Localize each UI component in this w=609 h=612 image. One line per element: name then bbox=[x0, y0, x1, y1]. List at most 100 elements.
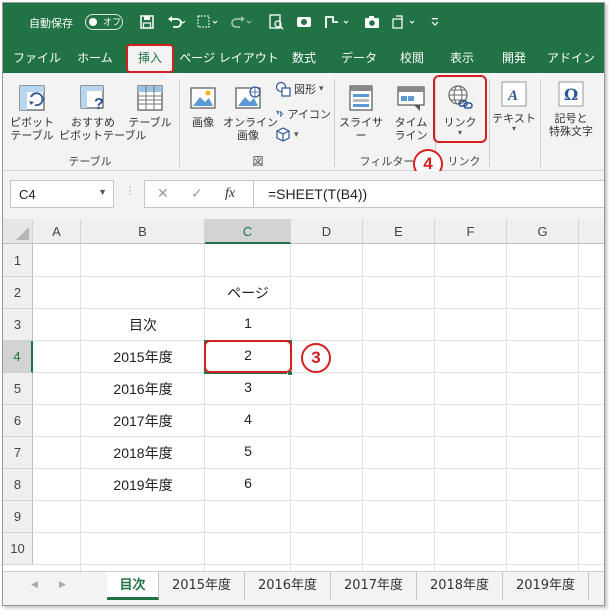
print-preview-icon[interactable] bbox=[265, 11, 287, 33]
shapes-label: 図形 bbox=[294, 83, 316, 96]
tab-page-layout[interactable]: ページ レイアウト bbox=[179, 43, 279, 73]
autosave-label: 自動保存 bbox=[29, 17, 73, 30]
tab-addins[interactable]: アドイン bbox=[541, 43, 601, 73]
form-controls-icon[interactable] bbox=[389, 11, 423, 33]
cell-c3[interactable]: 1 bbox=[205, 315, 291, 331]
tab-review[interactable]: 校閲 bbox=[387, 43, 437, 73]
formula-buttons: ✕ ✓ fx bbox=[144, 180, 254, 208]
recommended-pivot-label: おすすめ ピボットテーブル bbox=[59, 116, 147, 142]
pivot-table-button[interactable]: ピボット テーブル bbox=[7, 83, 57, 142]
row-header-9[interactable]: 9 bbox=[3, 501, 33, 533]
symbols-button[interactable]: Ω 記号と 特殊文字 bbox=[541, 79, 601, 138]
row-header-10[interactable]: 10 bbox=[3, 533, 33, 565]
omega-icon: Ω bbox=[556, 79, 586, 109]
tables-group-label: テーブル bbox=[68, 155, 112, 168]
formula-input[interactable]: =SHEET(T(B4)) bbox=[254, 180, 604, 208]
sheet-tab-bar: ◀ ▶ 目次 2015年度 2016年度 2017年度 2018年度 2019年… bbox=[3, 571, 604, 605]
timeline-button[interactable]: タイム ライン bbox=[389, 83, 433, 142]
links-group-label: リンク bbox=[447, 155, 481, 168]
name-box[interactable]: C4 ▼ bbox=[10, 180, 114, 208]
autosave-toggle[interactable]: オフ bbox=[85, 14, 123, 30]
cell-c8[interactable]: 6 bbox=[205, 475, 291, 491]
name-box-dropdown-icon[interactable]: ▼ bbox=[98, 187, 107, 197]
title-bar: 自動保存 オフ bbox=[3, 3, 604, 43]
cell-b4[interactable]: 2015年度 bbox=[81, 347, 205, 367]
row-header-8[interactable]: 8 bbox=[3, 469, 33, 501]
insert-function-icon[interactable]: fx bbox=[225, 186, 235, 202]
ribbon-tabs: ファイル ホーム 挿入 ページ レイアウト 数式 データ 校閲 表示 開発 アド… bbox=[3, 43, 604, 73]
cell-c2[interactable]: ページ bbox=[205, 283, 291, 303]
undo-icon[interactable] bbox=[163, 11, 189, 33]
icons-button[interactable]: アイコン bbox=[275, 106, 331, 122]
cell-b6[interactable]: 2017年度 bbox=[81, 411, 205, 431]
tab-insert[interactable]: 挿入 bbox=[126, 44, 174, 73]
pivot-quick-icon[interactable] bbox=[321, 11, 355, 33]
tab-developer[interactable]: 開発 bbox=[489, 43, 539, 73]
icons-icon bbox=[276, 110, 284, 118]
cell-c6[interactable]: 4 bbox=[205, 411, 291, 427]
select-all-corner[interactable] bbox=[3, 219, 33, 244]
picture-icon bbox=[188, 83, 218, 113]
3d-models-button[interactable]: ▾ bbox=[275, 127, 299, 143]
online-picture-button[interactable]: オンライン 画像 bbox=[223, 83, 278, 142]
tab-formulas[interactable]: 数式 bbox=[279, 43, 329, 73]
slicer-button[interactable]: スライサー bbox=[337, 83, 385, 142]
column-header-f[interactable]: F bbox=[435, 219, 507, 244]
tab-home[interactable]: ホーム bbox=[67, 43, 123, 73]
row-header-1[interactable]: 1 bbox=[3, 244, 33, 277]
timeline-icon bbox=[396, 83, 426, 113]
column-header-e[interactable]: E bbox=[363, 219, 435, 244]
row-header-7[interactable]: 7 bbox=[3, 437, 33, 469]
tab-view[interactable]: 表示 bbox=[437, 43, 487, 73]
table-icon bbox=[135, 83, 165, 113]
cell-highlight-box bbox=[204, 340, 292, 373]
sheet-tab-2017[interactable]: 2017年度 bbox=[331, 572, 417, 600]
text-button[interactable]: A テキスト ▾ bbox=[491, 79, 537, 133]
column-header-c[interactable]: C bbox=[205, 219, 291, 244]
column-header-b[interactable]: B bbox=[81, 219, 205, 244]
row-header-2[interactable]: 2 bbox=[3, 277, 33, 309]
sheet-tab-2019[interactable]: 2019年度 bbox=[503, 572, 589, 600]
save-icon[interactable] bbox=[136, 11, 158, 33]
cancel-icon[interactable]: ✕ bbox=[157, 186, 169, 202]
row-header-5[interactable]: 5 bbox=[3, 373, 33, 405]
scroll-right-icon[interactable]: ▶ bbox=[59, 580, 66, 590]
cell-b7[interactable]: 2018年度 bbox=[81, 443, 205, 463]
sheet-tab-index[interactable]: 目次 bbox=[107, 572, 159, 600]
sheet-tab-2015[interactable]: 2015年度 bbox=[159, 572, 245, 600]
column-header-h[interactable] bbox=[579, 219, 604, 244]
borders-icon[interactable] bbox=[195, 11, 223, 33]
tab-file[interactable]: ファイル bbox=[7, 43, 67, 73]
link-highlight-box bbox=[433, 75, 487, 143]
sheet-tab-2016[interactable]: 2016年度 bbox=[245, 572, 331, 600]
picture-button[interactable]: 画像 bbox=[183, 83, 223, 129]
shapes-icon bbox=[275, 81, 291, 97]
recommended-pivot-button[interactable]: ? おすすめ ピボットテーブル bbox=[59, 83, 147, 142]
table-label: テーブル bbox=[128, 116, 172, 129]
camera-sync-icon[interactable] bbox=[293, 11, 315, 33]
shapes-button[interactable]: 図形 ▾ bbox=[275, 81, 324, 97]
slicer-icon bbox=[346, 83, 376, 113]
row-header-4[interactable]: 4 bbox=[3, 341, 33, 373]
tab-data[interactable]: データ bbox=[333, 43, 385, 73]
recommended-pivot-icon: ? bbox=[78, 83, 108, 113]
cell-b8[interactable]: 2019年度 bbox=[81, 475, 205, 495]
cell-b3[interactable]: 目次 bbox=[81, 315, 205, 335]
ribbon: ピボット テーブル ? おすすめ ピボットテーブル テーブル テーブル 画像 オ… bbox=[3, 73, 604, 171]
scroll-left-icon[interactable]: ◀ bbox=[31, 580, 38, 590]
sheet-tab-2018[interactable]: 2018年度 bbox=[417, 572, 503, 600]
column-header-d[interactable]: D bbox=[291, 219, 363, 244]
column-header-a[interactable]: A bbox=[33, 219, 81, 244]
customize-toolbar-icon[interactable] bbox=[427, 11, 443, 33]
enter-icon[interactable]: ✓ bbox=[191, 186, 203, 202]
redo-icon[interactable] bbox=[227, 11, 255, 33]
camera-icon[interactable] bbox=[361, 11, 383, 33]
cell-b5[interactable]: 2016年度 bbox=[81, 379, 205, 399]
column-header-g[interactable]: G bbox=[507, 219, 579, 244]
table-button[interactable]: テーブル bbox=[127, 83, 173, 129]
row-header-3[interactable]: 3 bbox=[3, 309, 33, 341]
slicer-label: スライサー bbox=[339, 116, 383, 142]
cell-c5[interactable]: 3 bbox=[205, 379, 291, 395]
cell-c7[interactable]: 5 bbox=[205, 443, 291, 459]
row-header-6[interactable]: 6 bbox=[3, 405, 33, 437]
